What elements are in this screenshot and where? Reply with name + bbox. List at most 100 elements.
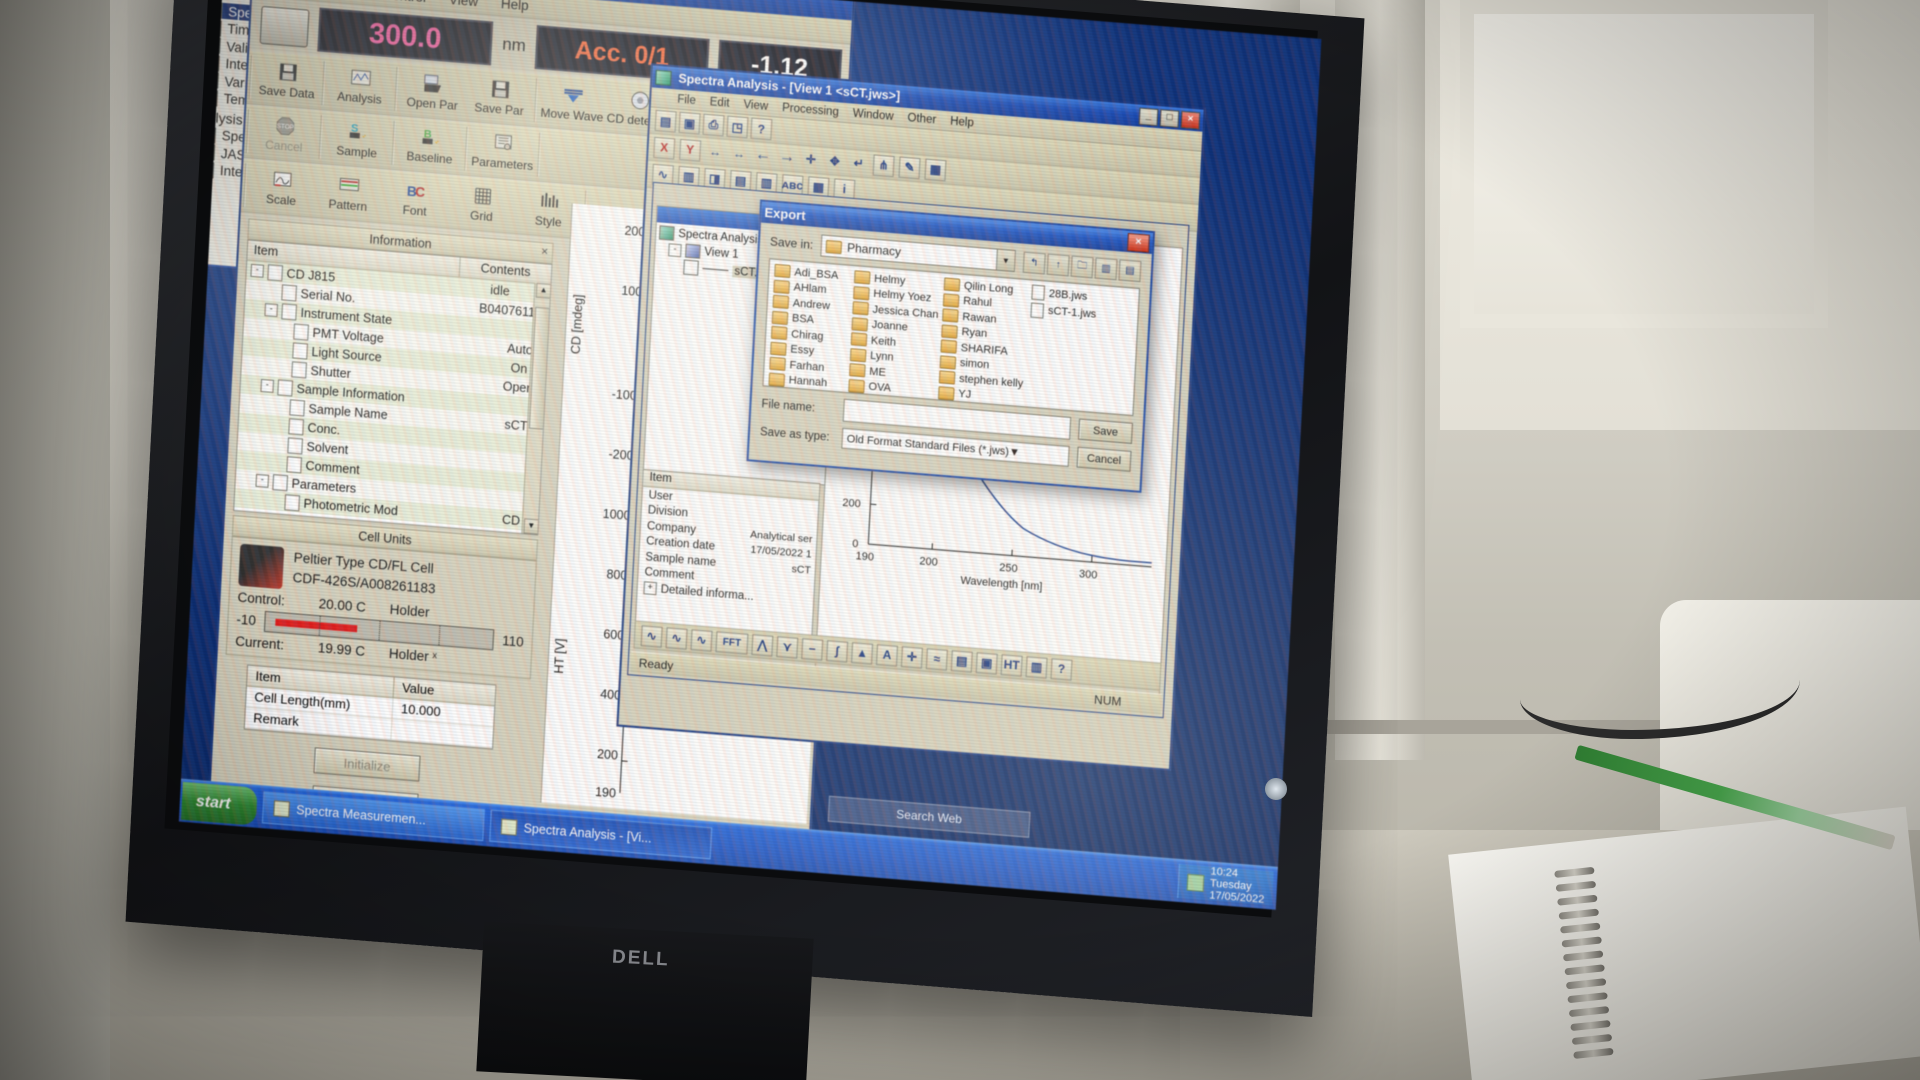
parameters-button[interactable]: Parameters (468, 125, 537, 178)
open-par-button[interactable]: Open Par (398, 65, 467, 118)
list-view-icon[interactable]: ▥ (1094, 257, 1118, 280)
information-rows[interactable]: - CD J815 idle Serial No. B040761168- Instrum… (234, 260, 551, 532)
chevron-down-icon[interactable]: ▼ (1009, 446, 1020, 459)
close-icon[interactable]: × (541, 244, 549, 259)
expand-toggle[interactable]: - (250, 263, 265, 278)
details-view-icon[interactable]: ▤ (1118, 258, 1142, 282)
pattern-button[interactable]: Pattern (314, 167, 383, 220)
save-icon[interactable]: ▣ (678, 111, 701, 135)
palette2-icon[interactable]: ▥ (1025, 655, 1048, 679)
menu-edit[interactable]: Edit (709, 96, 729, 110)
page-icon (287, 436, 304, 454)
menu-help[interactable]: Help (950, 115, 974, 129)
back-icon[interactable]: ↰ (1022, 251, 1046, 274)
save-par-button[interactable]: Save Par (465, 71, 534, 124)
new-folder-icon[interactable]: 🗀 (1070, 255, 1094, 278)
fft-button[interactable]: FFT (715, 630, 749, 655)
file-list-column[interactable]: 28B.jws sCT-1.jws (1026, 284, 1108, 409)
y-axis-icon[interactable]: Y (679, 138, 702, 162)
x-axis-icon[interactable]: X (653, 136, 676, 159)
integrate-icon[interactable]: ∫ (826, 639, 849, 663)
expand-toggle[interactable]: - (255, 473, 270, 488)
scroll-up-icon[interactable]: ▲ (535, 282, 552, 299)
window-controls[interactable]: _ □ × (1138, 107, 1201, 129)
letter-a-icon[interactable]: A (875, 643, 899, 667)
menu-control[interactable]: Control (382, 0, 426, 5)
ht-button[interactable]: HT (1000, 653, 1023, 677)
menu-window[interactable]: Window (852, 107, 893, 122)
grid-toggle-icon[interactable]: ▦ (924, 158, 947, 181)
tray-icon[interactable] (1186, 873, 1205, 892)
zoom-in-icon[interactable]: ↔ (705, 141, 725, 161)
export-icon[interactable]: ▣ (975, 651, 998, 675)
area-icon[interactable]: ▲ (851, 641, 874, 665)
menu-processing[interactable]: Processing (782, 101, 839, 118)
help-icon[interactable]: ? (750, 117, 773, 141)
expand-toggle[interactable]: - (668, 242, 682, 257)
move-icon[interactable]: ✥ (825, 151, 845, 171)
menu-view[interactable]: View (743, 98, 768, 112)
undo-icon[interactable]: ↵ (849, 153, 869, 173)
compare-icon[interactable]: ≈ (925, 647, 948, 671)
expand-toggle[interactable]: + (643, 581, 657, 596)
up-one-level-icon[interactable]: ↑ (1046, 253, 1070, 276)
list-item[interactable]: sCT-1.jws (1030, 302, 1108, 323)
chevron-down-icon[interactable]: ▼ (995, 249, 1015, 272)
smooth-icon[interactable]: ∿ (665, 626, 688, 650)
derivative-icon[interactable]: ∿ (690, 628, 713, 652)
peak-find-icon[interactable]: ⋀ (751, 633, 774, 657)
grid-button[interactable]: Grid (447, 177, 516, 230)
open-folder-icon[interactable]: ▤ (654, 109, 677, 133)
subtract-icon[interactable]: − (801, 637, 824, 661)
help2-icon[interactable]: ? (1050, 657, 1073, 681)
overlay-icon[interactable]: ▤ (950, 649, 973, 673)
file-list-column[interactable]: Helmy Helmy Yoez Jessica Chan Joanne Keith Ly… (848, 270, 940, 395)
navigation-buttons[interactable]: ↰ ↑ 🗀 ▥ ▤ (1022, 251, 1142, 282)
info-table-rows[interactable]: User Division Company Analytical ser Creatio… (637, 487, 818, 609)
file-list-column[interactable]: Qilin Long Rahul Rawan Ryan SHARIFA simon step… (938, 277, 1028, 402)
move-wave-button[interactable]: Move Wave (538, 76, 607, 129)
scroll-thumb[interactable] (528, 306, 551, 430)
zoom-out-icon[interactable]: ↔ (729, 143, 749, 163)
value-table[interactable]: Item Value Cell Length(mm) 10.000 Remark (243, 664, 497, 750)
sample-button[interactable]: S Sample (323, 113, 392, 166)
pan-icon[interactable]: ✛ (801, 149, 821, 169)
start-button[interactable]: start (180, 781, 258, 826)
system-tray[interactable]: 10:24 Tuesday 17/05/2022 (1177, 863, 1274, 906)
info-item-label: Division (647, 504, 689, 520)
baseline-correct-icon[interactable]: ∿ (640, 624, 663, 648)
file-list-column[interactable]: Adi_BSA AHlam Andrew BSA Chirag Essy Farhan Han… (768, 263, 851, 389)
analysis-button[interactable]: Analysis (325, 59, 394, 112)
normalize-icon[interactable]: ⋎ (776, 635, 799, 659)
peak-icon[interactable]: ⋔ (872, 153, 895, 177)
arrow-left-icon[interactable]: ← (753, 145, 773, 165)
font-button[interactable]: B C Font (381, 172, 450, 225)
cancel-button[interactable]: Cancel (1076, 446, 1132, 472)
menu-help[interactable]: Help (501, 0, 529, 13)
print-preview-icon[interactable]: ◳ (726, 115, 749, 139)
cancel-button[interactable]: STOP Cancel (250, 107, 319, 160)
save-data-button[interactable]: Save Data (253, 54, 322, 107)
maximize-button[interactable]: □ (1159, 108, 1180, 128)
close-button[interactable]: × (1127, 232, 1150, 253)
scale-button[interactable]: Scale (247, 161, 316, 214)
minimize-button[interactable]: _ (1138, 107, 1159, 126)
save-button[interactable]: Save (1078, 418, 1133, 444)
initialize-button[interactable]: Initialize (313, 747, 421, 782)
arrow-right-icon[interactable]: → (777, 147, 797, 167)
expand-toggle[interactable]: - (260, 378, 275, 393)
close-button[interactable]: × (1180, 110, 1201, 129)
list-item-label: AHlam (793, 281, 827, 297)
crosshair-icon[interactable]: ✛ (900, 645, 923, 669)
expand-toggle[interactable]: - (264, 303, 279, 318)
folder-icon (938, 370, 956, 385)
menu-file[interactable]: File (677, 93, 696, 106)
annotate-icon[interactable]: ✎ (898, 156, 921, 179)
information-grid[interactable]: Item Contents - CD J815 idle Serial No. B040… (233, 239, 553, 536)
menu-other[interactable]: Other (907, 112, 936, 126)
print-icon[interactable]: ⎙ (702, 113, 725, 137)
baseline-button[interactable]: B Baseline (395, 119, 464, 172)
menu-view[interactable]: View (449, 0, 479, 9)
export-dialog[interactable]: Export × Save in: Pharmacy ▼ ↰ ↑ 🗀 ▥ ▤ A… (746, 199, 1156, 493)
scroll-down-icon[interactable]: ▼ (523, 518, 540, 535)
